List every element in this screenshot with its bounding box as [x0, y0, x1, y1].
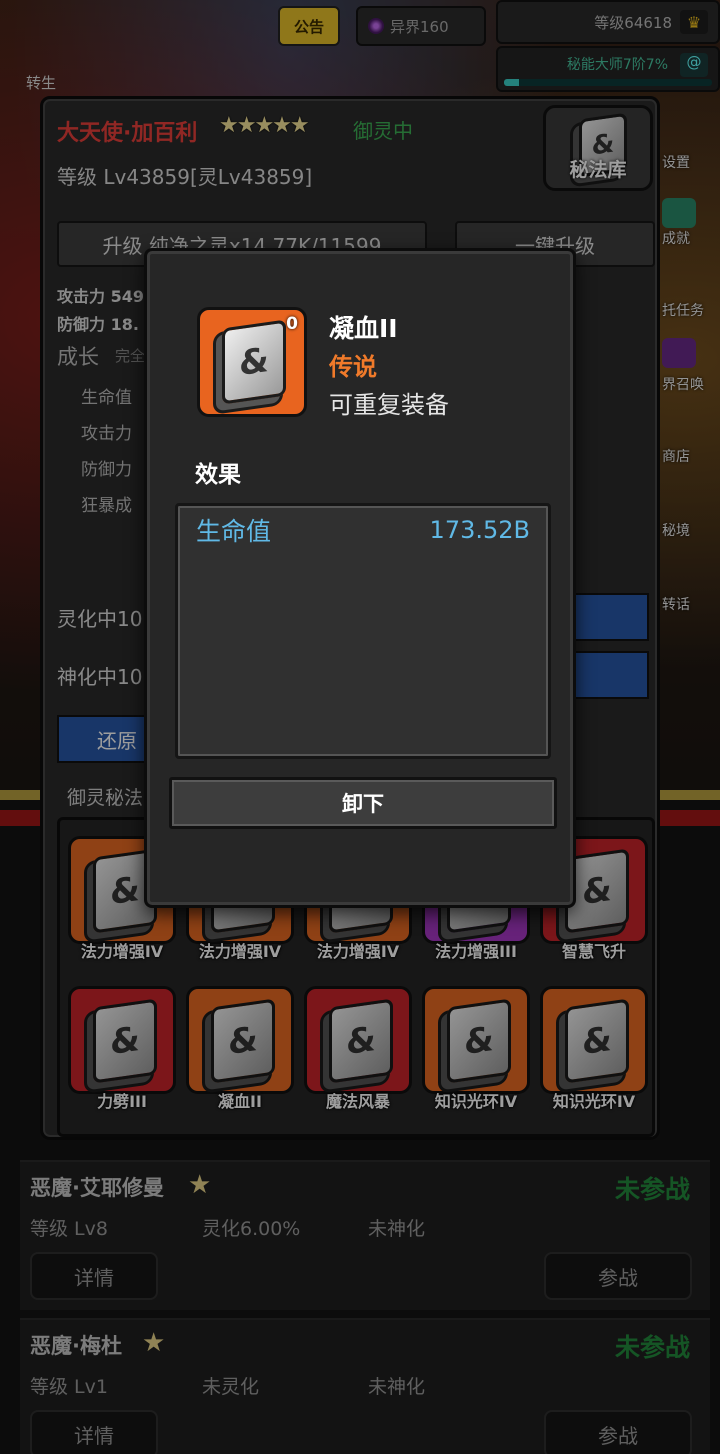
item-name: 凝血II [329, 314, 398, 343]
effect-title: 效果 [195, 462, 241, 488]
spellbook-icon: & [222, 319, 286, 405]
item-icon-frame: & 0 [197, 307, 307, 417]
effect-stat-label: 生命值 [196, 517, 272, 546]
item-rarity: 传说 [329, 353, 377, 381]
effect-stat-value: 173.52B [429, 516, 530, 544]
item-count: 0 [286, 314, 298, 334]
item-equip-note: 可重复装备 [329, 391, 449, 419]
unequip-button[interactable]: 卸下 [169, 777, 557, 829]
item-detail-modal: & 0 凝血II 传说 可重复装备 效果 生命值 173.52B 卸下 [144, 248, 576, 908]
effect-box: 生命值 173.52B [175, 503, 551, 759]
